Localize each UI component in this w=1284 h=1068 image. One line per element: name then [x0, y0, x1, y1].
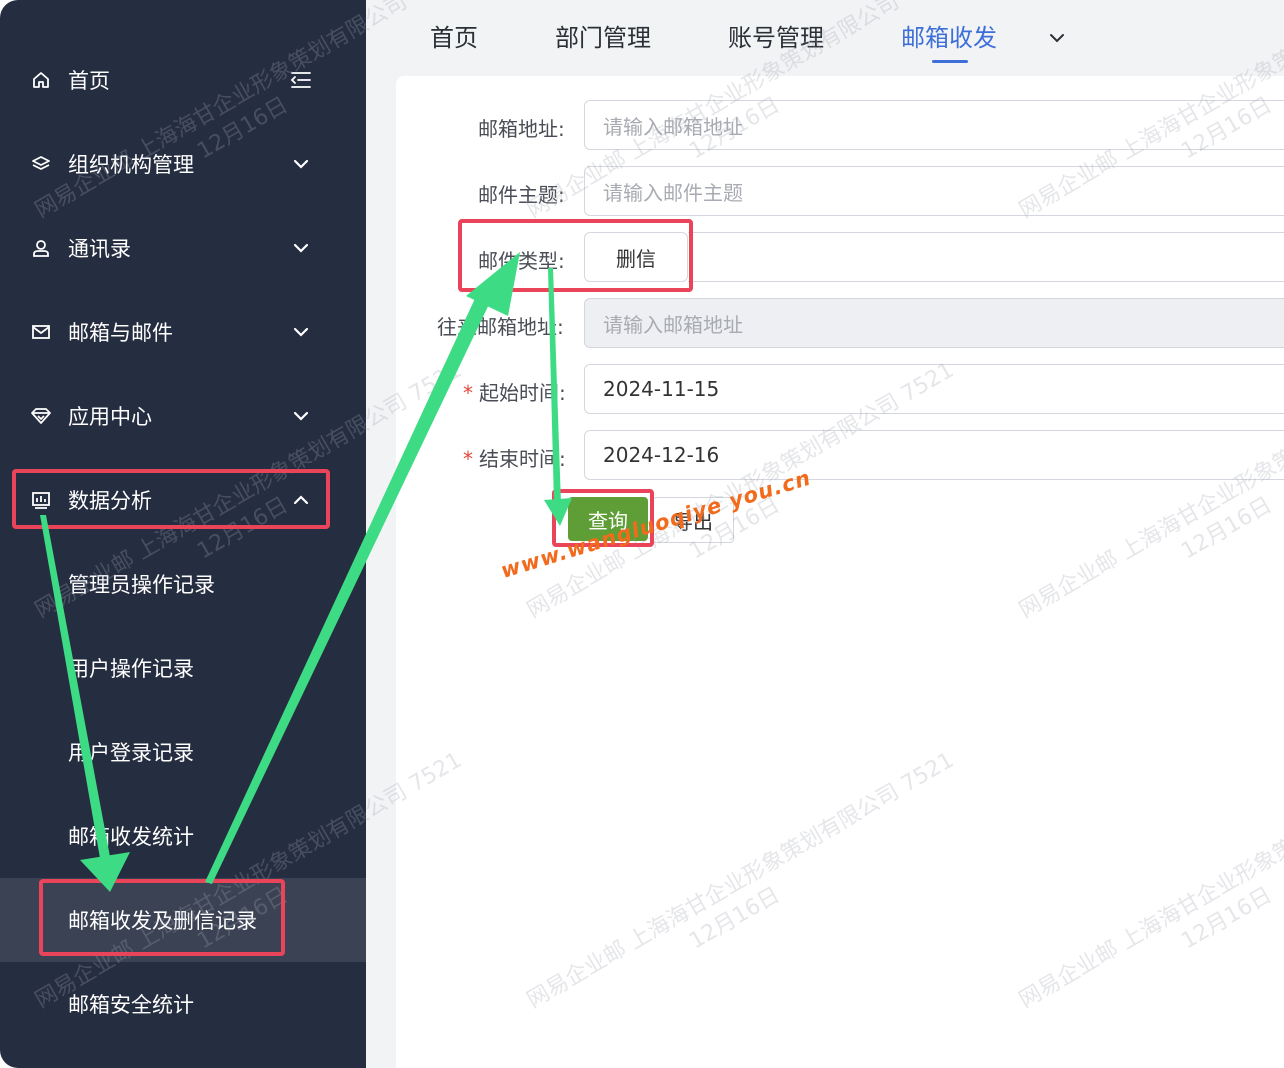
- sidebar-item-label: 首页: [68, 69, 110, 93]
- sidebar-item-label: 管理员操作记录: [68, 573, 215, 597]
- tab-mail-send-receive[interactable]: 邮箱收发: [901, 18, 997, 53]
- tab-account[interactable]: 账号管理: [728, 18, 824, 53]
- tab-home[interactable]: 首页: [430, 18, 478, 53]
- sidebar-item-label: 用户操作记录: [68, 657, 194, 681]
- chevron-down-icon: [290, 405, 312, 427]
- end-time-input[interactable]: 2024-12-16: [584, 430, 1284, 480]
- sidebar-subitem-mail-stats[interactable]: 邮箱收发统计: [0, 794, 366, 878]
- sidebar-subitem-mail-delete-log[interactable]: 邮箱收发及删信记录: [0, 878, 366, 962]
- sidebar: 首页 组织机构管理 通讯录 邮箱与邮件 应用中心 数据分析 管理员操作记录 用户…: [0, 0, 366, 1068]
- sidebar-item-label: 邮箱安全统计: [68, 993, 194, 1017]
- subject-input[interactable]: 请输入邮件主题: [584, 166, 1284, 216]
- sidebar-subitem-mail-security[interactable]: 邮箱安全统计: [0, 962, 366, 1046]
- user-icon: [30, 237, 52, 259]
- email-address-input[interactable]: 请输入邮箱地址: [584, 100, 1284, 150]
- peer-address-label: 往来邮箱地址:: [437, 315, 564, 339]
- chevron-down-icon: [290, 321, 312, 343]
- sidebar-item-app-center[interactable]: 应用中心: [0, 374, 366, 458]
- start-time-label-text: 起始时间:: [479, 381, 566, 405]
- peer-address-input: 请输入邮箱地址: [584, 298, 1284, 348]
- chevron-down-icon: [290, 237, 312, 259]
- collapse-menu-icon[interactable]: [290, 69, 312, 91]
- mail-icon: [30, 321, 52, 343]
- sidebar-item-mailbox[interactable]: 邮箱与邮件: [0, 290, 366, 374]
- layers-icon: [30, 153, 52, 175]
- chevron-down-icon: [290, 153, 312, 175]
- tab-department[interactable]: 部门管理: [555, 18, 651, 53]
- sidebar-item-label: 通讯录: [68, 237, 131, 261]
- required-mark: *: [463, 447, 473, 471]
- end-time-label-text: 结束时间:: [479, 447, 566, 471]
- diamond-icon: [30, 405, 52, 427]
- sidebar-item-label: 用户登录记录: [68, 741, 194, 765]
- home-icon: [30, 69, 52, 91]
- sidebar-item-contacts[interactable]: 通讯录: [0, 206, 366, 290]
- chevron-up-icon: [290, 489, 312, 511]
- sidebar-item-label: 数据分析: [68, 489, 152, 513]
- sidebar-item-label: 邮箱收发及删信记录: [68, 909, 257, 933]
- sidebar-item-organization[interactable]: 组织机构管理: [0, 122, 366, 206]
- email-address-label: 邮箱地址:: [478, 117, 565, 141]
- sidebar-item-home[interactable]: 首页: [0, 38, 366, 122]
- sidebar-item-label: 应用中心: [68, 405, 152, 429]
- sidebar-item-label: 组织机构管理: [68, 153, 194, 177]
- active-tab-indicator: [932, 60, 968, 63]
- sidebar-item-label: 邮箱与邮件: [68, 321, 173, 345]
- sidebar-subitem-user-login[interactable]: 用户登录记录: [0, 710, 366, 794]
- required-mark: *: [463, 381, 473, 405]
- sidebar-subitem-user-ops[interactable]: 用户操作记录: [0, 626, 366, 710]
- start-time-input[interactable]: 2024-11-15: [584, 364, 1284, 414]
- mail-type-select[interactable]: 删信: [584, 232, 688, 282]
- mail-type-label: 邮件类型:: [478, 249, 565, 273]
- start-time-label: * 起始时间:: [463, 377, 566, 406]
- subject-label: 邮件主题:: [478, 183, 565, 207]
- sidebar-item-data-analysis[interactable]: 数据分析: [0, 458, 366, 542]
- chevron-down-icon[interactable]: [1046, 27, 1068, 49]
- sidebar-item-label: 邮箱收发统计: [68, 825, 194, 849]
- mail-type-select-track: [688, 232, 1284, 282]
- monitor-chart-icon: [30, 489, 52, 511]
- end-time-label: * 结束时间:: [463, 443, 566, 472]
- sidebar-subitem-admin-log[interactable]: 管理员操作记录: [0, 542, 366, 626]
